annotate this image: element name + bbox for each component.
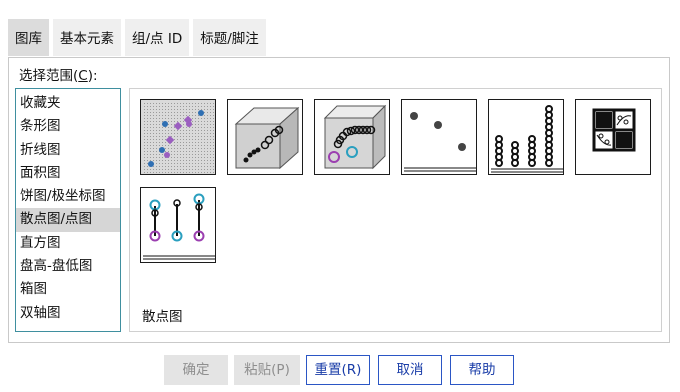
reset-button[interactable]: 重置(R) bbox=[306, 355, 370, 385]
gallery-caption: 散点图 bbox=[142, 309, 183, 325]
gallery-panel: 选择范围(C): 收藏夹 条形图 折线图 面积图 饼图/极坐标图 散点图/点图 … bbox=[8, 57, 670, 343]
list-item-boxplot[interactable]: 箱图 bbox=[16, 278, 120, 301]
list-item-favorites[interactable]: 收藏夹 bbox=[16, 92, 120, 115]
simple-scatter-icon bbox=[143, 102, 215, 174]
list-item-pie-polar[interactable]: 饼图/极坐标图 bbox=[16, 185, 120, 208]
tab-basic-elements[interactable]: 基本元素 bbox=[53, 19, 121, 56]
3d-scatter-icon bbox=[234, 106, 300, 170]
thumb-drop-line[interactable] bbox=[140, 187, 216, 263]
tab-group-point-id[interactable]: 组/点 ID bbox=[125, 19, 190, 56]
help-button[interactable]: 帮助 bbox=[450, 355, 514, 385]
list-item-bar[interactable]: 条形图 bbox=[16, 115, 120, 138]
thumb-stacked-dot-plot[interactable] bbox=[488, 99, 564, 175]
drop-line-icon bbox=[143, 193, 215, 260]
thumb-simple-scatter[interactable] bbox=[140, 99, 216, 175]
overlay-scatter-icon bbox=[323, 104, 387, 170]
chart-type-list[interactable]: 收藏夹 条形图 折线图 面积图 饼图/极坐标图 散点图/点图 直方图 盘高-盘低… bbox=[15, 88, 121, 332]
list-item-dual-axes[interactable]: 双轴图 bbox=[16, 302, 120, 325]
thumb-3d-scatter[interactable] bbox=[227, 99, 303, 175]
cancel-button[interactable]: 取消 bbox=[378, 355, 442, 385]
list-item-histogram[interactable]: 直方图 bbox=[16, 232, 120, 255]
tab-gallery[interactable]: 图库 bbox=[8, 19, 49, 56]
thumb-scatter-matrix[interactable] bbox=[575, 99, 651, 175]
simple-dot-plot-icon bbox=[404, 112, 476, 172]
scatter-matrix-icon bbox=[592, 108, 636, 152]
ok-button[interactable]: 确定 bbox=[164, 355, 228, 385]
paste-button[interactable]: 粘贴(P) bbox=[234, 355, 300, 385]
list-item-area[interactable]: 面积图 bbox=[16, 162, 120, 185]
stacked-dot-plot-icon bbox=[491, 105, 563, 173]
tab-bar: 图库 基本元素 组/点 ID 标题/脚注 bbox=[8, 19, 270, 56]
list-item-high-low[interactable]: 盘高-盘低图 bbox=[16, 255, 120, 278]
chart-gallery: 散点图 bbox=[129, 88, 662, 332]
thumb-overlay-scatter[interactable] bbox=[314, 99, 390, 175]
choose-from-hotkey: C bbox=[78, 68, 88, 84]
thumb-simple-dot-plot[interactable] bbox=[401, 99, 477, 175]
list-item-line[interactable]: 折线图 bbox=[16, 139, 120, 162]
tab-titles-footnotes[interactable]: 标题/脚注 bbox=[193, 19, 266, 56]
list-item-scatter-dot[interactable]: 散点图/点图 bbox=[16, 208, 120, 232]
dialog-buttons: 确定 粘贴(P) 重置(R) 取消 帮助 bbox=[0, 355, 680, 385]
choose-from-label: 选择范围(C): bbox=[19, 68, 98, 84]
